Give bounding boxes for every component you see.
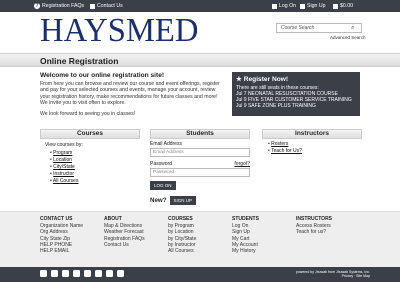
footer-link[interactable]: Registration FAQs <box>104 236 145 242</box>
contact-us-link[interactable]: Contact Us <box>90 2 123 10</box>
welcome-body: From here you can browse and review our … <box>40 81 220 107</box>
footer-link[interactable]: Teach for us? <box>296 229 332 235</box>
registration-faqs-link[interactable]: ? Registration FAQs <box>34 2 84 10</box>
question-icon: ? <box>34 3 40 9</box>
powered-by-text: powered by Jhuwab from Jhuwab Systems, I… <box>295 270 370 278</box>
log-on-button[interactable]: LOG ON <box>150 181 176 190</box>
students-panel: Email Address Email Address Password for… <box>150 141 250 205</box>
list-item: • Teach for Us? <box>268 148 302 154</box>
footer-link[interactable]: by Location <box>168 229 196 235</box>
cart-link[interactable]: $0.00 <box>333 2 353 10</box>
sign-up-button[interactable]: SIGN UP <box>169 196 197 205</box>
footer-students: STUDENTS Log On Sign Up My Cart My Accou… <box>232 216 259 254</box>
legal-links[interactable]: Privacy · Site Map <box>296 274 370 278</box>
footer: CONTACT US Organization Name Org Address… <box>0 211 400 267</box>
page-title-band: Online Registration <box>0 53 400 67</box>
rss-icon[interactable] <box>106 270 113 277</box>
haysmed-logo[interactable]: HAYSMED <box>40 13 198 49</box>
top-bar: ? Registration FAQs Contact Us Log On Si… <box>0 0 400 12</box>
rosters-link[interactable]: Rosters <box>271 141 288 147</box>
cart-icon <box>333 3 338 9</box>
instructors-panel: • Rosters • Teach for Us? <box>262 141 362 155</box>
instructor-link[interactable]: Instructor <box>53 171 74 177</box>
footer-heading: INSTRUCTORS <box>296 216 333 222</box>
search-icon[interactable]: ⌕ <box>351 25 354 32</box>
footer-contact: CONTACT US Organization Name Org Address… <box>40 216 83 254</box>
list-item: • Rosters <box>268 141 289 147</box>
footer-heading: ABOUT <box>104 216 122 222</box>
students-header: Students <box>150 129 250 139</box>
register-course-link[interactable]: Jul 9 SAFE ZONE PLUS TRAINING <box>236 103 356 109</box>
email-icon[interactable] <box>117 270 124 277</box>
password-field[interactable]: Password <box>150 168 250 177</box>
youtube-icon[interactable] <box>73 270 80 277</box>
welcome-section: Welcome to our online registration site!… <box>40 72 224 121</box>
courses-header: Courses <box>40 129 140 139</box>
email-field[interactable]: Email Address <box>150 148 250 157</box>
list-item: • Program <box>50 150 73 156</box>
footer-about: ABOUT Map & Directions Weather Forecast … <box>104 216 145 248</box>
page-title: Online Registration <box>40 56 119 66</box>
footer-instructors: INSTRUCTORS Access Rosters Teach for us? <box>296 216 332 236</box>
footer-heading: STUDENTS <box>232 216 259 222</box>
star-icon: ★ <box>236 76 244 83</box>
pinterest-icon[interactable] <box>95 270 102 277</box>
twitter-icon[interactable] <box>51 270 58 277</box>
city-state-link[interactable]: City/State <box>53 164 75 170</box>
bottom-bar: powered by Jhuwab from Jhuwab Systems, I… <box>0 267 400 282</box>
facebook-icon[interactable] <box>40 270 47 277</box>
footer-heading: CONTACT US <box>40 216 73 222</box>
all-courses-link[interactable]: All Courses <box>53 178 79 184</box>
footer-link[interactable]: Weather Forecast <box>104 229 145 235</box>
program-link[interactable]: Program <box>53 150 72 156</box>
footer-link[interactable]: My History <box>232 248 259 254</box>
advanced-search-link[interactable]: Advanced Search <box>330 35 366 40</box>
list-item: • Instructor <box>50 171 74 177</box>
footer-link[interactable]: Contact Us <box>104 242 145 248</box>
register-now-heading: ★ Register Now! <box>236 76 289 83</box>
log-on-link[interactable]: Log On <box>272 2 296 10</box>
welcome-heading: Welcome to our online registration site! <box>40 72 165 79</box>
footer-link[interactable]: All Courses <box>168 248 196 254</box>
login-icon <box>272 3 277 9</box>
teach-for-us-link[interactable]: Teach for Us? <box>271 148 302 154</box>
view-courses-label: View courses by: <box>45 142 83 148</box>
new-user-row: New? SIGN UP <box>150 196 250 205</box>
forgot-password-link[interactable]: forgot? <box>234 161 250 167</box>
courses-panel: View courses by: • Program • Location • … <box>40 141 140 185</box>
instructors-header: Instructors <box>262 129 362 139</box>
user-icon <box>300 3 305 9</box>
footer-heading: COURSES <box>168 216 193 222</box>
course-search-input[interactable]: Course Search <box>276 23 362 33</box>
location-link[interactable]: Location <box>53 157 72 163</box>
instagram-icon[interactable] <box>62 270 69 277</box>
sign-up-link[interactable]: Sign Up <box>300 2 325 10</box>
list-item: • All Courses <box>50 178 79 184</box>
password-row: Password forgot? <box>150 161 250 167</box>
footer-courses: COURSES by Program by Location by City/S… <box>168 216 196 254</box>
list-item: • Location <box>50 157 73 163</box>
welcome-closing: We look forward to seeing you in classes… <box>40 110 136 117</box>
password-label: Password <box>150 161 172 167</box>
linkedin-icon[interactable] <box>84 270 91 277</box>
register-now-box: ★ Register Now! There are still seats in… <box>232 72 360 116</box>
envelope-icon <box>90 3 95 9</box>
footer-link[interactable]: by City/State <box>168 236 196 242</box>
list-item: • City/State <box>50 164 75 170</box>
footer-text: HELP EMAIL <box>40 248 70 255</box>
new-label: New? <box>150 197 167 204</box>
email-label: Email Address <box>150 141 182 147</box>
